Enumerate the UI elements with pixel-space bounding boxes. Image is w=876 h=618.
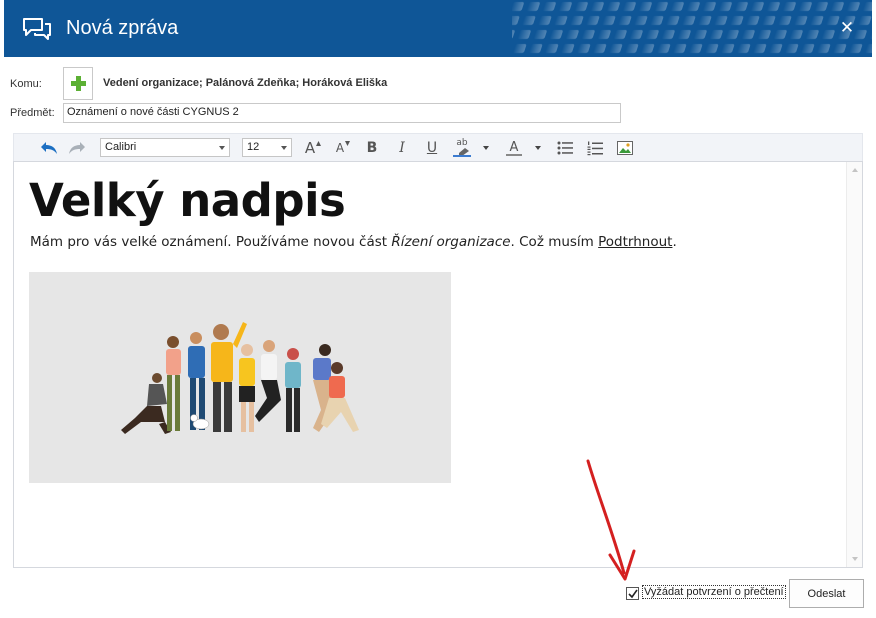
font-color-swatch bbox=[506, 153, 522, 156]
font-family-value: Calibri bbox=[105, 141, 137, 153]
person-figure bbox=[121, 373, 171, 434]
vertical-scrollbar[interactable] bbox=[846, 162, 862, 567]
font-size-value: 12 bbox=[247, 141, 260, 153]
grow-font-icon[interactable]: A bbox=[302, 138, 324, 158]
chevron-down-icon bbox=[483, 146, 489, 150]
message-heading: Velký nadpis bbox=[29, 174, 346, 227]
close-icon[interactable]: ✕ bbox=[836, 16, 858, 40]
formatting-toolbar: Calibri 12 A A B I U ab A bbox=[13, 133, 863, 161]
undo-icon[interactable] bbox=[38, 138, 60, 158]
title-bar-pattern bbox=[512, 0, 872, 57]
redo-icon[interactable] bbox=[66, 138, 88, 158]
person-figure bbox=[166, 336, 181, 431]
message-paragraph: Mám pro vás velké oznámení. Používáme no… bbox=[30, 234, 677, 250]
bullet-list-icon[interactable] bbox=[555, 138, 575, 158]
plus-icon bbox=[71, 76, 86, 91]
person-figure bbox=[285, 348, 301, 432]
subject-label: Předmět: bbox=[10, 107, 55, 119]
to-label: Komu: bbox=[10, 78, 42, 90]
font-color-icon[interactable]: A bbox=[504, 138, 524, 158]
checkmark-icon bbox=[628, 589, 638, 599]
numbered-list-icon[interactable] bbox=[585, 138, 605, 158]
chat-icon bbox=[23, 18, 51, 40]
read-receipt-label[interactable]: Vyžádat potvrzení o přečtení bbox=[642, 585, 786, 599]
scroll-down-icon[interactable] bbox=[852, 557, 858, 561]
scroll-up-icon[interactable] bbox=[852, 168, 858, 172]
person-figure bbox=[239, 344, 255, 432]
annotation-arrow-icon bbox=[586, 459, 636, 581]
highlight-dropdown[interactable] bbox=[482, 138, 490, 158]
person-figure bbox=[255, 340, 281, 422]
new-message-window: Nová zpráva ✕ Komu: Vedení organizace; P… bbox=[0, 0, 876, 618]
shrink-font-icon[interactable]: A bbox=[332, 138, 354, 158]
bold-button[interactable]: B bbox=[362, 138, 382, 158]
underline-button[interactable]: U bbox=[422, 138, 442, 158]
font-family-select[interactable]: Calibri bbox=[100, 138, 230, 157]
insert-image-icon[interactable] bbox=[615, 138, 635, 158]
font-size-select[interactable]: 12 bbox=[242, 138, 292, 157]
chevron-down-icon bbox=[219, 146, 225, 150]
people-illustration bbox=[29, 272, 451, 483]
font-color-dropdown[interactable] bbox=[534, 138, 542, 158]
subject-input[interactable]: Oznámení o nové části CYGNUS 2 bbox=[63, 103, 621, 123]
recipients-list[interactable]: Vedení organizace; Palánová Zdeňka; Horá… bbox=[103, 77, 387, 89]
read-receipt-checkbox[interactable] bbox=[626, 587, 639, 600]
italic-button[interactable]: I bbox=[392, 138, 412, 158]
message-editor[interactable]: Velký nadpis Mám pro vás velké oznámení.… bbox=[13, 161, 863, 568]
title-bar: Nová zpráva ✕ bbox=[4, 0, 872, 57]
add-recipient-button[interactable] bbox=[63, 67, 93, 100]
chevron-down-icon bbox=[535, 146, 541, 150]
window-title: Nová zpráva bbox=[66, 17, 179, 39]
highlight-icon[interactable]: ab bbox=[450, 138, 474, 158]
chevron-down-icon bbox=[281, 146, 287, 150]
send-button[interactable]: Odeslat bbox=[789, 579, 864, 608]
